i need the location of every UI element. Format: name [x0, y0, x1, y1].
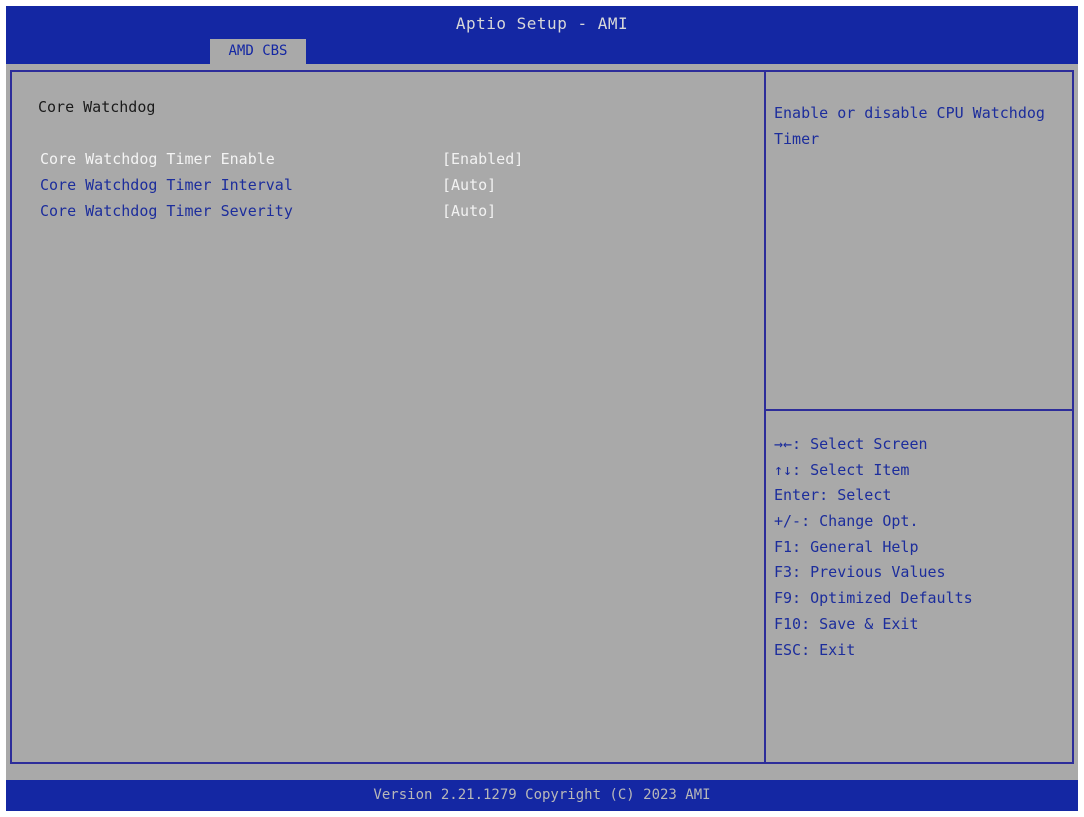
app-title: Aptio Setup - AMI	[455, 14, 629, 33]
footer-bar: Version 2.21.1279 Copyright (C) 2023 AMI	[6, 780, 1078, 811]
key-hint-general-help: F1: General Help	[774, 537, 919, 556]
key-hint-enter: Enter: Select	[774, 486, 892, 505]
help-description: Enable or disable CPU Watchdog Timer	[774, 104, 1045, 148]
setting-label-timer-severity: Core Watchdog Timer Severity	[40, 202, 293, 220]
tab-amd-cbs[interactable]: AMD CBS	[210, 39, 306, 64]
header-bar: Aptio Setup - AMI AMD CBS	[6, 6, 1078, 64]
setting-label-timer-interval: Core Watchdog Timer Interval	[40, 176, 293, 194]
bios-setup-screen: Aptio Setup - AMI AMD CBS Core Watchdog …	[6, 6, 1078, 811]
key-hint-save-exit: F10: Save & Exit	[774, 614, 919, 633]
key-hint-select-item: ↑↓: Select Item	[774, 460, 910, 479]
key-hint-exit: ESC: Exit	[774, 640, 856, 659]
key-hint-previous-values: F3: Previous Values	[774, 563, 946, 582]
key-hint-change-opt: +/-: Change Opt.	[774, 512, 919, 531]
setting-value-timer-severity[interactable]: [Auto]	[442, 202, 496, 220]
setting-row-timer-interval[interactable]: Core Watchdog Timer Interval [Auto]	[40, 176, 740, 200]
help-divider	[766, 409, 1072, 411]
settings-panel: Core Watchdog Core Watchdog Timer Enable…	[10, 70, 764, 764]
setting-value-timer-interval[interactable]: [Auto]	[442, 176, 496, 194]
section-title: Core Watchdog	[38, 98, 156, 116]
key-hint-select-screen: →←: Select Screen	[774, 435, 928, 453]
help-panel: Enable or disable CPU Watchdog Timer →←:…	[764, 70, 1074, 764]
key-legend: →←: Select Screen ↑↓: Select Item Enter:…	[774, 432, 973, 663]
setting-label-timer-enable: Core Watchdog Timer Enable	[40, 150, 275, 168]
setting-row-timer-severity[interactable]: Core Watchdog Timer Severity [Auto]	[40, 202, 740, 226]
key-hint-optimized-defaults: F9: Optimized Defaults	[774, 589, 973, 608]
setting-row-timer-enable[interactable]: Core Watchdog Timer Enable [Enabled]	[40, 150, 740, 174]
setting-value-timer-enable[interactable]: [Enabled]	[442, 150, 523, 168]
